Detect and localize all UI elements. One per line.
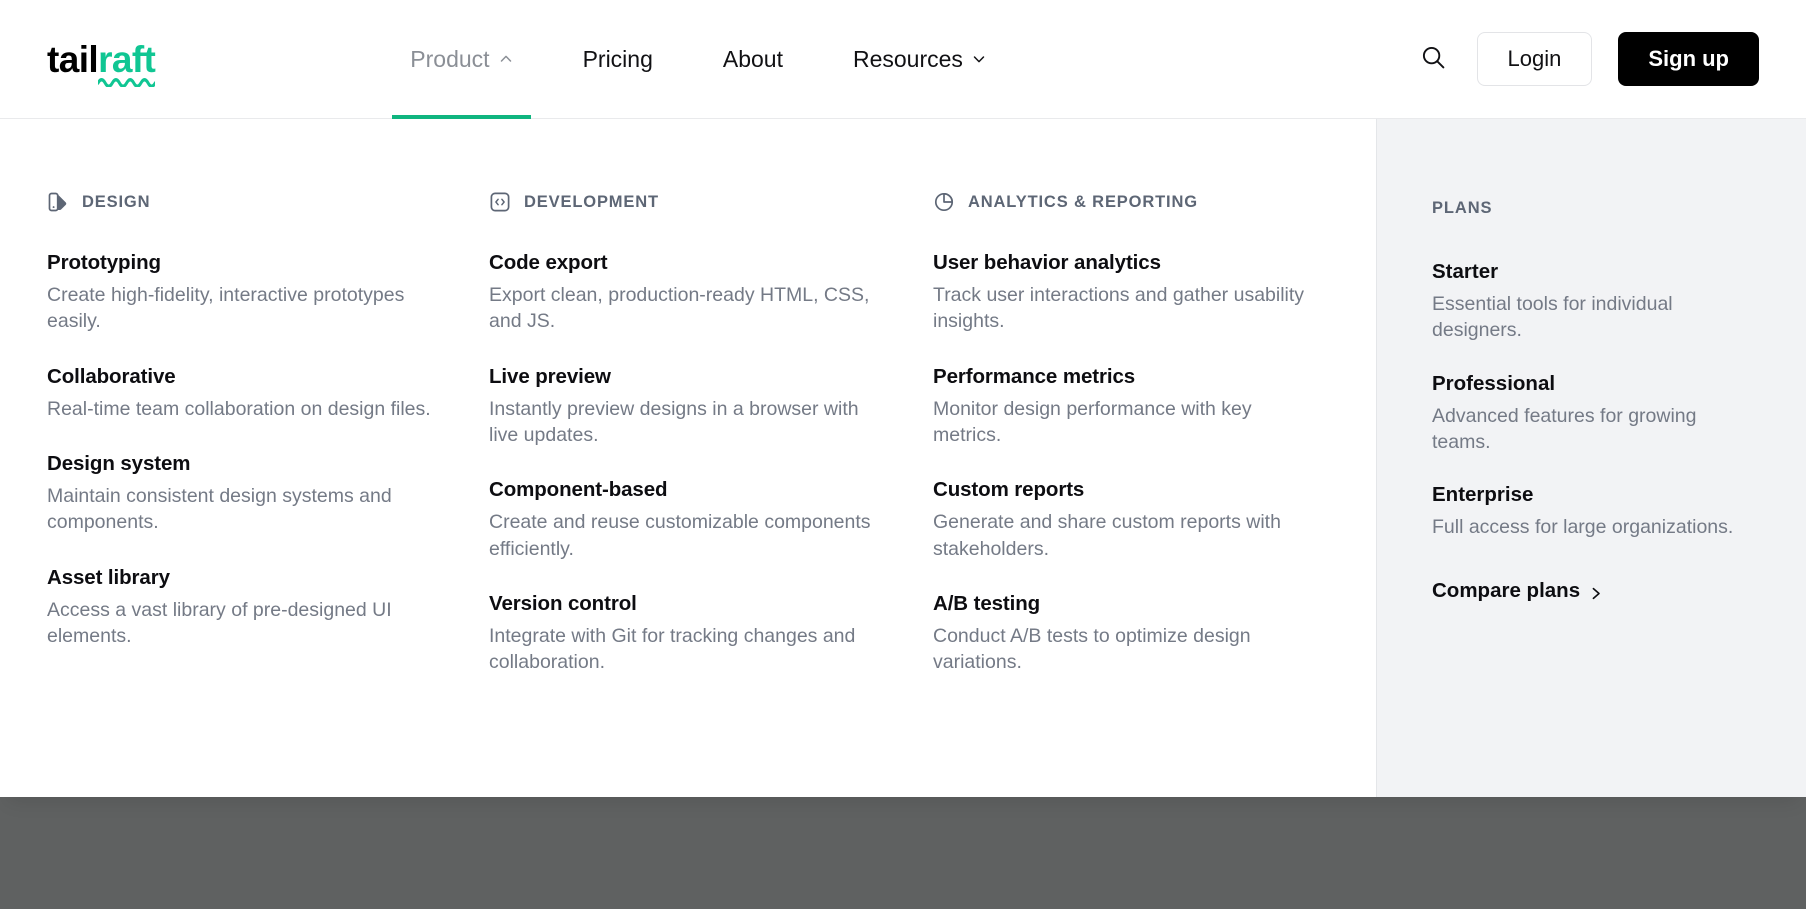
mega-column-design: DESIGN Prototyping Create high-fidelity,… [0, 191, 489, 797]
mega-column-design-heading: DESIGN [47, 191, 449, 213]
plan-title: Professional [1432, 371, 1556, 395]
chevron-up-icon [499, 52, 513, 66]
menu-entry-title: Component-based [489, 478, 668, 502]
mega-column-development-label: DEVELOPMENT [524, 192, 659, 211]
menu-entry-ab-testing[interactable]: A/B testing Conduct A/B tests to optimiz… [933, 592, 1336, 676]
menu-entry-desc: Maintain consistent design systems and c… [47, 484, 392, 534]
menu-entry-title: Asset library [47, 565, 170, 589]
mega-column-development-heading: DEVELOPMENT [489, 191, 893, 213]
chevron-right-icon [1590, 583, 1603, 600]
mega-column-development: DEVELOPMENT Code export Export clean, pr… [489, 191, 933, 797]
menu-entry-user-behavior-analytics[interactable]: User behavior analytics Track user inter… [933, 251, 1336, 335]
header-actions: Login Sign up [1417, 32, 1759, 86]
search-button[interactable] [1417, 42, 1451, 76]
nav-item-resources[interactable]: Resources [835, 0, 1004, 119]
search-icon [1420, 44, 1447, 74]
nav-item-about-label: About [722, 45, 783, 72]
menu-entry-prototyping[interactable]: Prototyping Create high-fidelity, intera… [47, 251, 449, 335]
nav-item-product-label: Product [410, 45, 490, 72]
design-tool-icon [47, 191, 69, 213]
plan-title: Enterprise [1432, 483, 1534, 507]
compare-plans-link[interactable]: Compare plans [1432, 579, 1603, 603]
menu-entry-title: Code export [489, 251, 608, 274]
menu-entry-custom-reports[interactable]: Custom reports Generate and share custom… [933, 478, 1336, 562]
menu-entry-component-based[interactable]: Component-based Create and reuse customi… [489, 478, 893, 562]
menu-entry-title: Collaborative [47, 364, 176, 388]
brand-logo-raft-wrap: raft [98, 38, 156, 87]
menu-entry-version-control[interactable]: Version control Integrate with Git for t… [489, 592, 893, 676]
menu-entry-title: A/B testing [933, 591, 1041, 615]
menu-entry-desc: Export clean, production-ready HTML, CSS… [489, 284, 870, 333]
menu-entry-title: Version control [489, 591, 637, 615]
mega-menu-columns: DESIGN Prototyping Create high-fidelity,… [0, 119, 1376, 797]
page-root: tail raft Product Pricing About Resource… [0, 0, 1806, 909]
brand-logo[interactable]: tail raft [47, 38, 156, 87]
plans-heading: PLANS [1432, 199, 1493, 217]
nav-item-resources-label: Resources [852, 45, 963, 72]
menu-entry-title: Custom reports [933, 478, 1085, 502]
menu-entry-desc: Create and reuse customizable components… [489, 511, 871, 560]
menu-entry-code-export[interactable]: Code export Export clean, production-rea… [489, 251, 893, 335]
primary-nav: Product Pricing About Resources [375, 0, 1021, 119]
menu-entry-desc: Instantly preview designs in a browser w… [489, 397, 859, 446]
menu-entry-desc: Generate and share custom reports with s… [933, 511, 1281, 560]
menu-entry-desc: Create high-fidelity, interactive protot… [47, 284, 405, 333]
menu-entry-title: Prototyping [47, 251, 161, 274]
product-mega-menu: DESIGN Prototyping Create high-fidelity,… [0, 119, 1806, 797]
pie-chart-icon [933, 191, 955, 213]
code-brackets-icon [489, 191, 511, 213]
plan-item-professional[interactable]: Professional Advanced features for growi… [1432, 372, 1758, 456]
plans-sidebar: PLANS Starter Essential tools for indivi… [1376, 119, 1806, 797]
brand-logo-tail: tail [47, 38, 99, 80]
menu-entry-design-system[interactable]: Design system Maintain consistent design… [47, 452, 449, 536]
plan-title: Starter [1432, 260, 1499, 283]
plan-desc: Advanced features for growing teams. [1432, 404, 1697, 453]
nav-item-product[interactable]: Product [392, 0, 531, 119]
nav-item-pricing-label: Pricing [582, 45, 653, 72]
menu-entry-desc: Integrate with Git for tracking changes … [489, 624, 856, 674]
site-header: tail raft Product Pricing About Resource… [0, 0, 1806, 119]
login-button[interactable]: Login [1476, 32, 1593, 86]
mega-column-analytics-heading: ANALYTICS & REPORTING [933, 191, 1336, 213]
menu-entry-live-preview[interactable]: Live preview Instantly preview designs i… [489, 365, 893, 449]
plan-desc: Full access for large organizations. [1432, 516, 1734, 539]
page-overlay-scrim[interactable] [0, 797, 1806, 909]
plan-item-starter[interactable]: Starter Essential tools for individual d… [1432, 260, 1758, 344]
menu-entry-title: Live preview [489, 364, 611, 388]
brand-logo-raft: raft [98, 38, 156, 80]
plan-item-enterprise[interactable]: Enterprise Full access for large organiz… [1432, 483, 1758, 540]
compare-plans-label: Compare plans [1432, 578, 1581, 602]
menu-entry-performance-metrics[interactable]: Performance metrics Monitor design perfo… [933, 365, 1336, 449]
mega-column-analytics: ANALYTICS & REPORTING User behavior anal… [933, 191, 1376, 797]
menu-entry-desc: Track user interactions and gather usabi… [933, 284, 1305, 333]
nav-item-about[interactable]: About [705, 0, 801, 119]
chevron-down-icon [972, 52, 986, 66]
menu-entry-title: User behavior analytics [933, 251, 1161, 274]
menu-entry-title: Design system [47, 451, 191, 475]
menu-entry-collaborative[interactable]: Collaborative Real-time team collaborati… [47, 365, 449, 422]
signup-button[interactable]: Sign up [1618, 32, 1759, 86]
menu-entry-asset-library[interactable]: Asset library Access a vast library of p… [47, 566, 449, 650]
menu-entry-desc: Conduct A/B tests to optimize design var… [933, 624, 1251, 674]
mega-column-design-label: DESIGN [82, 192, 151, 211]
plan-desc: Essential tools for individual designers… [1432, 293, 1673, 342]
menu-entry-desc: Monitor design performance with key metr… [933, 397, 1252, 446]
menu-entry-desc: Access a vast library of pre-designed UI… [47, 598, 392, 647]
nav-item-pricing[interactable]: Pricing [565, 0, 671, 119]
menu-entry-title: Performance metrics [933, 364, 1136, 388]
mega-column-analytics-label: ANALYTICS & REPORTING [968, 192, 1198, 211]
wave-underline-icon [98, 77, 156, 87]
menu-entry-desc: Real-time team collaboration on design f… [47, 397, 431, 420]
